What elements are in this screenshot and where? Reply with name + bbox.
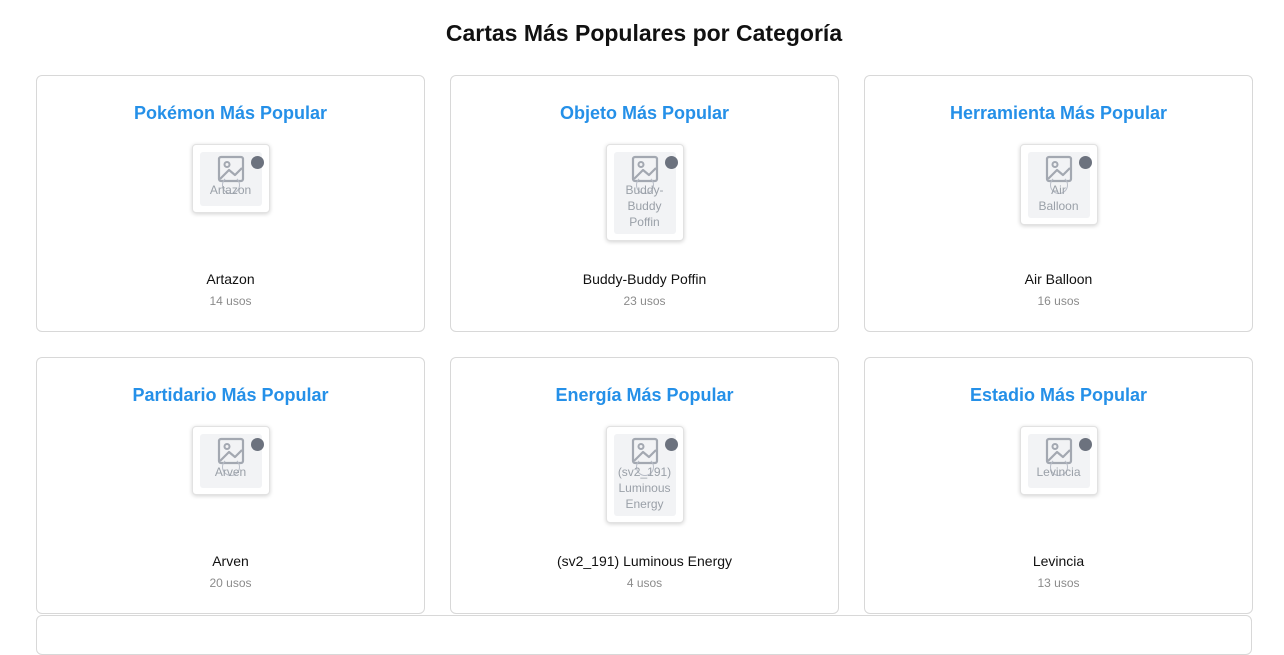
- card-uses: 23 usos: [623, 294, 666, 308]
- image-alt-text: Artazon: [209, 183, 252, 197]
- image-alt-text: Air Balloon: [1038, 183, 1079, 213]
- card-heading: Energía Más Popular: [555, 385, 734, 405]
- card-name: Air Balloon: [1024, 271, 1093, 287]
- category-card-herramienta: Herramienta Más Popular Air Balloon Air …: [864, 75, 1253, 332]
- card-heading: Partidario Más Popular: [132, 385, 329, 405]
- card-image[interactable]: Arven: [191, 426, 270, 495]
- status-dot-icon: [250, 156, 264, 169]
- card-heading: Pokémon Más Popular: [133, 103, 328, 123]
- card-uses: 14 usos: [209, 294, 252, 308]
- image-alt-text: (sv2_191) Luminous Energy: [617, 465, 672, 511]
- status-dot-icon: [664, 438, 678, 451]
- image-placeholder: Buddy-Buddy Poffin: [613, 152, 678, 234]
- image-placeholder: Levincia: [1027, 434, 1092, 488]
- category-card-pokemon: Pokémon Más Popular Artazon Artazon 14 u…: [36, 75, 425, 332]
- status-dot-icon: [664, 156, 678, 169]
- category-card-estadio: Estadio Más Popular Levincia Levincia 13…: [864, 357, 1253, 614]
- card-uses: 16 usos: [1037, 294, 1080, 308]
- status-dot-icon: [1078, 438, 1092, 451]
- card-uses: 13 usos: [1037, 576, 1080, 590]
- image-alt-text: Arven: [214, 465, 247, 479]
- category-card-objeto: Objeto Más Popular Buddy-Buddy Poffin Bu…: [450, 75, 839, 332]
- card-heading: Herramienta Más Popular: [949, 103, 1168, 123]
- card-name: (sv2_191) Luminous Energy: [556, 553, 733, 569]
- card-image[interactable]: Air Balloon: [1019, 144, 1098, 225]
- card-image[interactable]: Artazon: [191, 144, 270, 213]
- status-dot-icon: [250, 438, 264, 451]
- category-card-partidario: Partidario Más Popular Arven Arven 20 us…: [36, 357, 425, 614]
- image-placeholder: Air Balloon: [1027, 152, 1092, 218]
- image-placeholder: Artazon: [199, 152, 264, 206]
- status-dot-icon: [1078, 156, 1092, 169]
- image-alt-text: Levincia: [1036, 465, 1081, 479]
- card-name: Buddy-Buddy Poffin: [582, 271, 707, 287]
- image-alt-text: Buddy-Buddy Poffin: [625, 183, 664, 229]
- card-image[interactable]: (sv2_191) Luminous Energy: [605, 426, 684, 523]
- card-uses: 4 usos: [626, 576, 663, 590]
- card-grid: Pokémon Más Popular Artazon Artazon 14 u…: [36, 75, 1253, 614]
- page-title: Cartas Más Populares por Categoría: [445, 20, 843, 46]
- card-name: Levincia: [1032, 553, 1085, 569]
- image-placeholder: Arven: [199, 434, 264, 488]
- card-image[interactable]: Levincia: [1019, 426, 1098, 495]
- category-card-energia: Energía Más Popular (sv2_191) Luminous E…: [450, 357, 839, 614]
- card-name: Arven: [212, 553, 249, 569]
- card-name: Artazon: [206, 271, 255, 287]
- image-placeholder: (sv2_191) Luminous Energy: [613, 434, 678, 516]
- card-image[interactable]: Buddy-Buddy Poffin: [605, 144, 684, 241]
- card-uses: 20 usos: [209, 576, 252, 590]
- card-heading: Objeto Más Popular: [559, 103, 730, 123]
- card-heading: Estadio Más Popular: [969, 385, 1148, 405]
- next-section-card: [36, 615, 1252, 655]
